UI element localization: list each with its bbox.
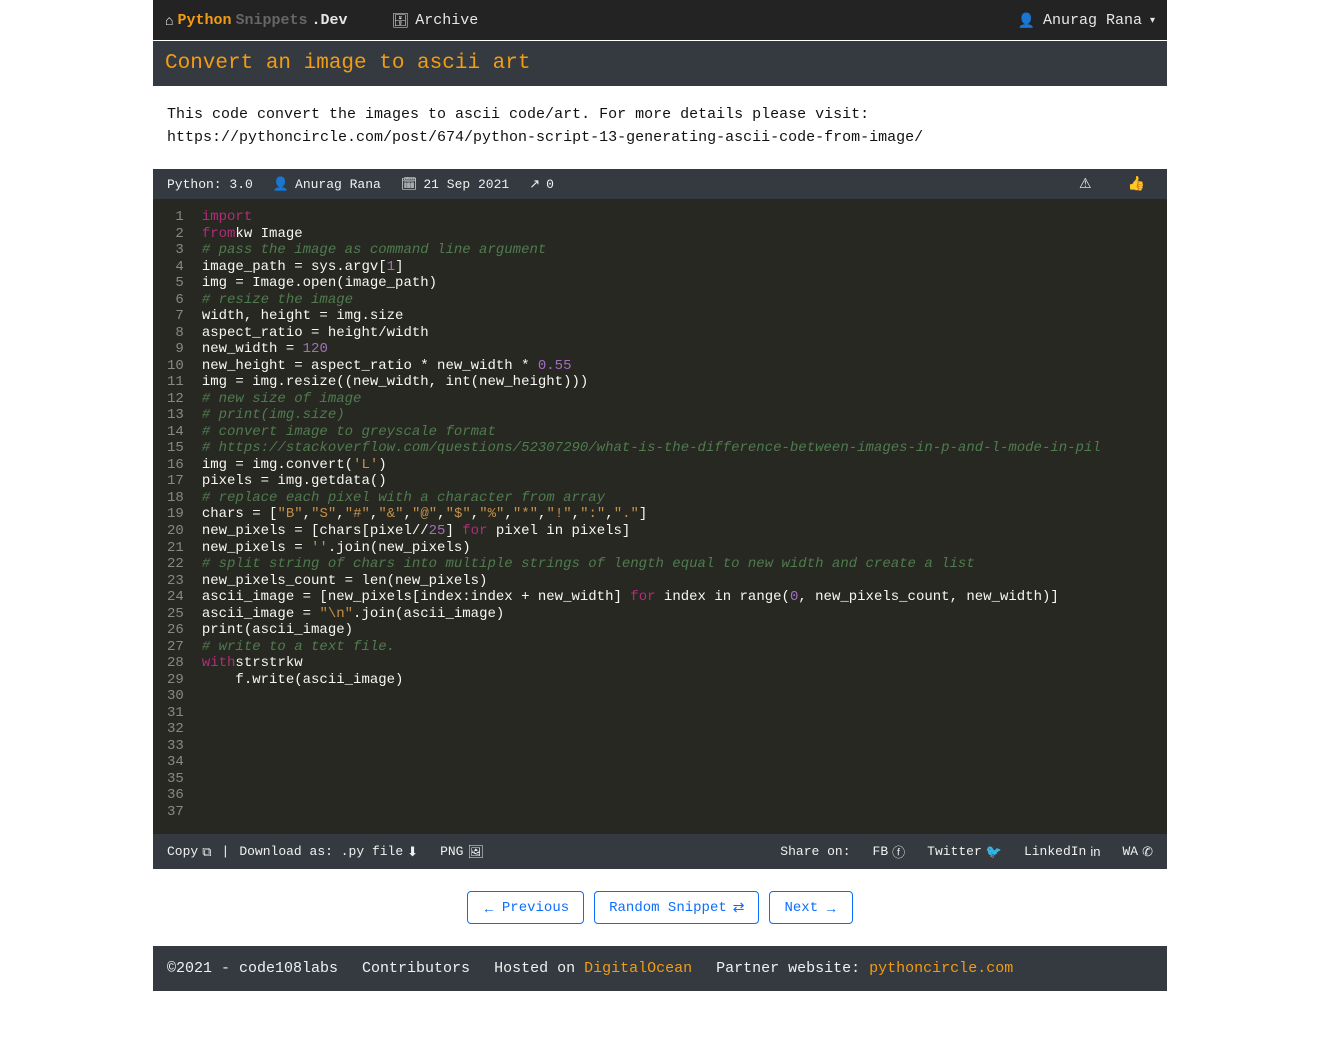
meta-python: Python: 3.0 bbox=[167, 177, 253, 192]
random-label: Random Snippet bbox=[609, 900, 727, 916]
archive-label: Archive bbox=[415, 12, 478, 29]
user-name: Anurag Rana bbox=[1043, 12, 1142, 29]
meta-likes-count: 0 bbox=[546, 177, 554, 192]
warning-icon: ⚠ bbox=[1079, 175, 1092, 192]
footer-copyright: ©2021 - code108labs bbox=[167, 960, 338, 977]
twitter-icon: 🐦 bbox=[986, 844, 1002, 860]
footer-partner: Partner website: pythoncircle.com bbox=[716, 960, 1013, 977]
code-block: 1 2 3 4 5 6 7 8 9 10 11 12 13 14 15 16 1… bbox=[153, 199, 1167, 834]
brand-dev: .Dev bbox=[312, 12, 348, 29]
user-icon: 👤 bbox=[273, 176, 289, 192]
page-title: Convert an image to ascii art bbox=[153, 41, 1167, 86]
download-button[interactable]: Download as: .py file ⬇ bbox=[239, 844, 418, 860]
png-label: PNG bbox=[440, 844, 463, 859]
nav-archive[interactable]: 🗄 Archive bbox=[392, 12, 479, 29]
meta-date-text: 21 Sep 2021 bbox=[423, 177, 509, 192]
random-button[interactable]: Random Snippet ⇄ bbox=[594, 891, 759, 924]
footer-partner-link[interactable]: pythoncircle.com bbox=[869, 960, 1013, 977]
arrow-left-icon: ← bbox=[482, 900, 496, 916]
meta-bar: Python: 3.0 👤 Anurag Rana 🗓 21 Sep 2021 … bbox=[153, 169, 1167, 199]
download-label: Download as: .py file bbox=[239, 844, 403, 859]
brand-snippets: Snippets bbox=[235, 12, 307, 29]
brand-link[interactable]: ⌂ PythonSnippets .Dev bbox=[165, 12, 348, 29]
separator: | bbox=[222, 844, 230, 859]
meta-date: 🗓 21 Sep 2021 bbox=[401, 176, 509, 192]
brand-python: Python bbox=[177, 12, 231, 29]
trending-icon: ↗ bbox=[529, 176, 540, 192]
next-label: Next bbox=[784, 900, 818, 916]
share-wa-label: WA bbox=[1122, 844, 1138, 859]
footer-digitalocean[interactable]: DigitalOcean bbox=[584, 960, 692, 977]
footer-contributors[interactable]: Contributors bbox=[362, 960, 470, 977]
footer: ©2021 - code108labs Contributors Hosted … bbox=[153, 946, 1167, 991]
calendar-icon: 🗓 bbox=[401, 176, 418, 192]
title-text: Convert an image to ascii art bbox=[165, 52, 530, 75]
chevron-down-icon: ▾ bbox=[1150, 15, 1155, 26]
home-icon: ⌂ bbox=[165, 12, 173, 28]
action-bar: Copy ⧉ | Download as: .py file ⬇ PNG 🖼 S… bbox=[153, 834, 1167, 869]
share-twitter-label: Twitter bbox=[927, 844, 982, 859]
user-icon: 👤 bbox=[1018, 12, 1035, 29]
previous-label: Previous bbox=[502, 900, 569, 916]
facebook-icon: ⓕ bbox=[892, 842, 905, 861]
archive-icon: 🗄 bbox=[392, 12, 410, 29]
copy-label: Copy bbox=[167, 844, 198, 859]
share-fb[interactable]: FB ⓕ bbox=[873, 842, 906, 861]
share-label: Share on: bbox=[780, 844, 850, 859]
meta-author-name: Anurag Rana bbox=[295, 177, 381, 192]
next-button[interactable]: Next → bbox=[769, 891, 853, 924]
navbar: ⌂ PythonSnippets .Dev 🗄 Archive 👤 Anurag … bbox=[153, 0, 1167, 40]
whatsapp-icon: ✆ bbox=[1142, 844, 1153, 860]
footer-hosted-on: Hosted on DigitalOcean bbox=[494, 960, 692, 977]
copy-button[interactable]: Copy ⧉ bbox=[167, 844, 212, 860]
pager: ← Previous Random Snippet ⇄ Next → bbox=[153, 869, 1167, 946]
main-container: Convert an image to ascii art This code … bbox=[153, 41, 1167, 991]
code-gutter: 1 2 3 4 5 6 7 8 9 10 11 12 13 14 15 16 1… bbox=[167, 209, 202, 820]
image-icon: 🖼 bbox=[467, 844, 484, 860]
share-twitter[interactable]: Twitter 🐦 bbox=[927, 844, 1002, 860]
share-wa[interactable]: WA ✆ bbox=[1122, 844, 1153, 860]
previous-button[interactable]: ← Previous bbox=[467, 891, 584, 924]
thumbs-up-icon: 👍 bbox=[1128, 175, 1145, 192]
share-linkedin[interactable]: LinkedIn in bbox=[1024, 844, 1101, 859]
png-button[interactable]: PNG 🖼 bbox=[440, 844, 484, 860]
code-content: importfromkw Image# pass the image as co… bbox=[202, 209, 1153, 820]
share-linkedin-label: LinkedIn bbox=[1024, 844, 1086, 859]
download-icon: ⬇ bbox=[407, 844, 418, 860]
meta-likes[interactable]: ↗ 0 bbox=[529, 176, 554, 192]
nav-user-menu[interactable]: 👤 Anurag Rana ▾ bbox=[1018, 12, 1156, 29]
description: This code convert the images to ascii co… bbox=[153, 86, 1167, 169]
report-button[interactable]: ⚠ bbox=[1071, 175, 1100, 193]
arrow-right-icon: → bbox=[824, 900, 838, 916]
nav-left: ⌂ PythonSnippets .Dev 🗄 Archive bbox=[165, 12, 478, 29]
like-button[interactable]: 👍 bbox=[1120, 175, 1153, 193]
meta-author[interactable]: 👤 Anurag Rana bbox=[273, 176, 381, 192]
linkedin-icon: in bbox=[1090, 844, 1100, 859]
shuffle-icon: ⇄ bbox=[733, 899, 745, 916]
copy-icon: ⧉ bbox=[202, 844, 211, 860]
share-fb-label: FB bbox=[873, 844, 889, 859]
